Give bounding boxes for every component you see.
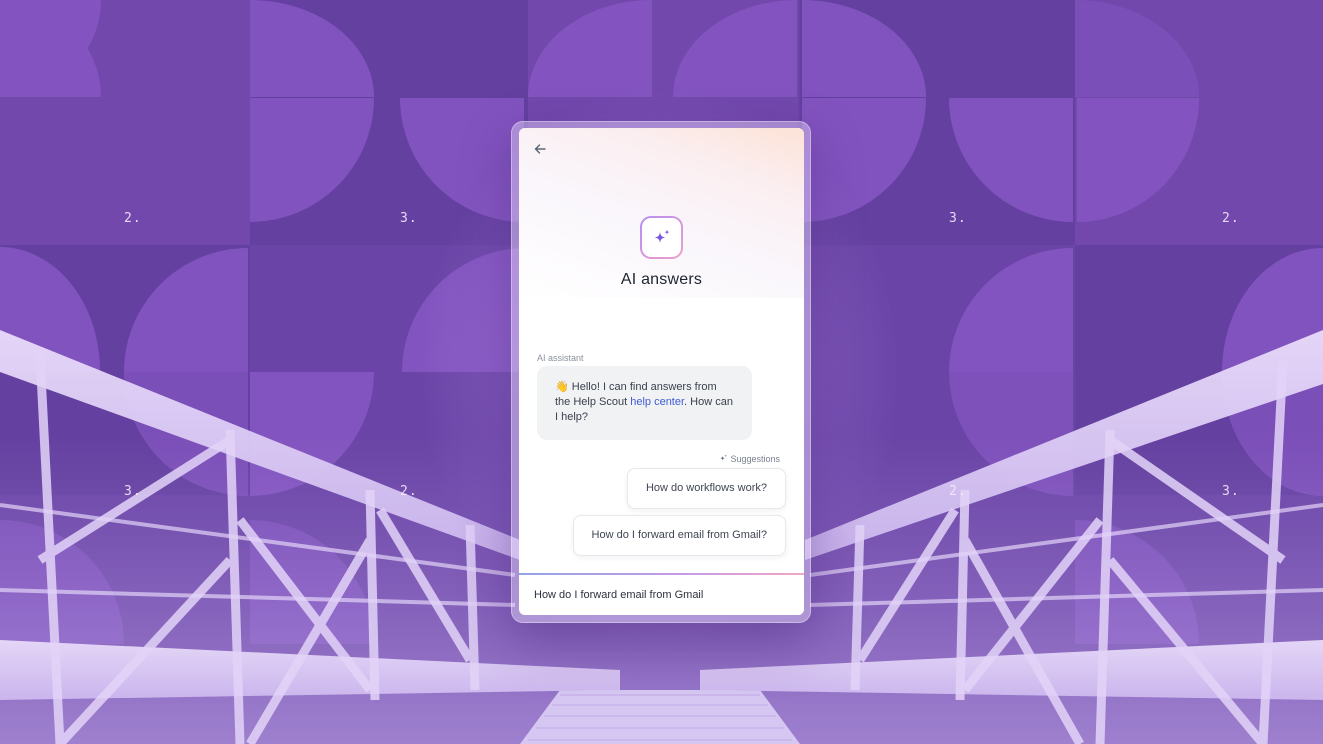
widget-title: AI answers [620,271,703,288]
grid-marker: 3. [949,211,967,226]
suggestion-button[interactable]: How do workflows work? [626,468,786,509]
grid-marker: 2. [400,484,418,499]
grid-marker: 3. [1222,484,1240,499]
ai-answers-widget: AI answers AI assistant 👋 Hello! I can f… [519,128,804,615]
arrow-left-icon [534,144,546,154]
grid-marker: 2. [1222,211,1240,226]
message-input[interactable] [534,575,784,615]
grid-marker: 2. [949,484,967,499]
suggestions-label: Suggestions [719,454,780,464]
ai-badge [640,216,683,259]
sender-label: AI assistant [537,353,584,363]
grid-marker: 2. [124,211,142,226]
sparkles-icon [720,454,728,461]
grid-marker: 3. [124,484,142,499]
sparkles-icon [654,229,670,243]
message-input-bar [519,573,804,615]
suggestion-button[interactable]: How do I forward email from Gmail? [572,515,786,556]
help-center-link[interactable]: help center [630,396,684,408]
wave-emoji: 👋 [555,381,569,393]
assistant-message: 👋 Hello! I can find answers from the Hel… [537,366,752,440]
back-button[interactable] [531,140,549,158]
grid-marker: 3. [400,211,418,226]
